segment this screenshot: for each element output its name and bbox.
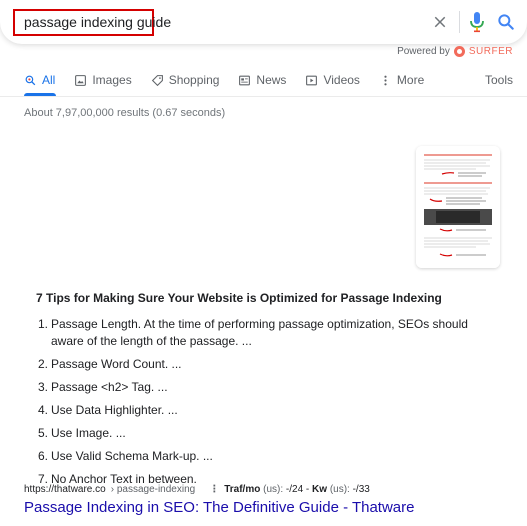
tab-news[interactable]: News <box>238 73 286 87</box>
tag-icon <box>151 74 163 86</box>
traffic-label: Traf/mo <box>224 484 261 495</box>
search-input[interactable]: passage indexing guide <box>24 14 171 30</box>
traffic-value: -/24 <box>285 484 304 495</box>
snippet-thumbnail[interactable] <box>416 146 500 268</box>
search-bar: passage indexing guide <box>0 0 527 44</box>
search-icon[interactable] <box>496 12 516 32</box>
divider <box>0 96 527 97</box>
list-number: 6. <box>38 449 49 463</box>
tab-shopping[interactable]: Shopping <box>151 73 220 87</box>
snippet-list: 1. Passage Length. At the time of perform… <box>38 316 498 494</box>
keywords-region: (us): <box>329 484 350 495</box>
microphone-icon[interactable] <box>469 11 485 33</box>
keywords-value: -/33 <box>352 484 370 495</box>
more-vert-icon[interactable]: ⋮ <box>209 484 219 495</box>
divider <box>459 11 460 33</box>
tab-label: News <box>256 73 287 87</box>
powered-by-surfer: Powered by SURFER <box>397 46 513 57</box>
list-item: 6. Use Valid Schema Mark-up. ... <box>38 448 498 465</box>
result-citation: https://thatware.co › passage-indexing ⋮… <box>24 484 370 495</box>
tab-label: Images <box>92 73 132 87</box>
news-icon <box>239 75 251 85</box>
search-icon <box>25 75 36 85</box>
list-item: 2. Passage Word Count. ... <box>38 356 498 373</box>
list-text: Use Valid Schema Mark-up. ... <box>51 449 213 463</box>
result-stats: About 7,97,00,000 results (0.67 seconds) <box>24 107 226 119</box>
list-number: 1. <box>38 317 49 331</box>
tab-label: Shopping <box>168 73 220 87</box>
surfer-logo-icon <box>453 46 465 57</box>
snippet-title: 7 Tips for Making Sure Your Website is O… <box>36 291 442 305</box>
tab-label: Videos <box>323 73 360 87</box>
thumbnail-image <box>416 146 500 268</box>
list-item: 3. Passage <h2> Tag. ... <box>38 379 498 396</box>
keywords-label: Kw <box>312 484 328 495</box>
list-number: 3. <box>38 380 49 394</box>
tab-videos[interactable]: Videos <box>305 73 360 87</box>
list-text: Passage Word Count. ... <box>51 357 182 371</box>
tab-images[interactable]: Images <box>74 73 132 87</box>
tab-all[interactable]: All <box>24 73 55 87</box>
list-number: 5. <box>38 426 49 440</box>
traffic-metric: Traf/mo (us): -/24 - Kw (us): -/33 <box>224 484 370 495</box>
list-text: Use Data Highlighter. ... <box>51 403 178 417</box>
more-vert-icon <box>384 75 387 85</box>
list-number: 4. <box>38 403 49 417</box>
powered-by-label: Powered by <box>397 46 450 57</box>
list-text: Use Image. ... <box>51 426 126 440</box>
tab-label: All <box>42 73 56 87</box>
result-path: › passage-indexing <box>110 484 196 495</box>
search-tabs: All Images Shopping News Videos More <box>24 73 443 87</box>
tab-more[interactable]: More <box>379 73 424 87</box>
video-icon <box>306 75 318 85</box>
list-number: 2. <box>38 357 49 371</box>
tools-button[interactable]: Tools <box>485 73 513 87</box>
list-text: Passage Length. At the time of performin… <box>51 317 468 348</box>
list-item: 1. Passage Length. At the time of perform… <box>38 316 498 350</box>
list-item: 4. Use Data Highlighter. ... <box>38 402 498 419</box>
image-icon <box>75 74 87 86</box>
tab-label: More <box>396 73 425 87</box>
result-title-link[interactable]: Passage Indexing in SEO: The Definitive … <box>24 499 415 516</box>
list-text: Passage <h2> Tag. ... <box>51 380 168 394</box>
list-item: 5. Use Image. ... <box>38 425 498 442</box>
close-icon[interactable] <box>431 13 449 31</box>
traffic-region: (us): <box>263 484 284 495</box>
result-domain[interactable]: https://thatware.co <box>24 484 106 495</box>
surfer-label: SURFER <box>468 46 513 57</box>
